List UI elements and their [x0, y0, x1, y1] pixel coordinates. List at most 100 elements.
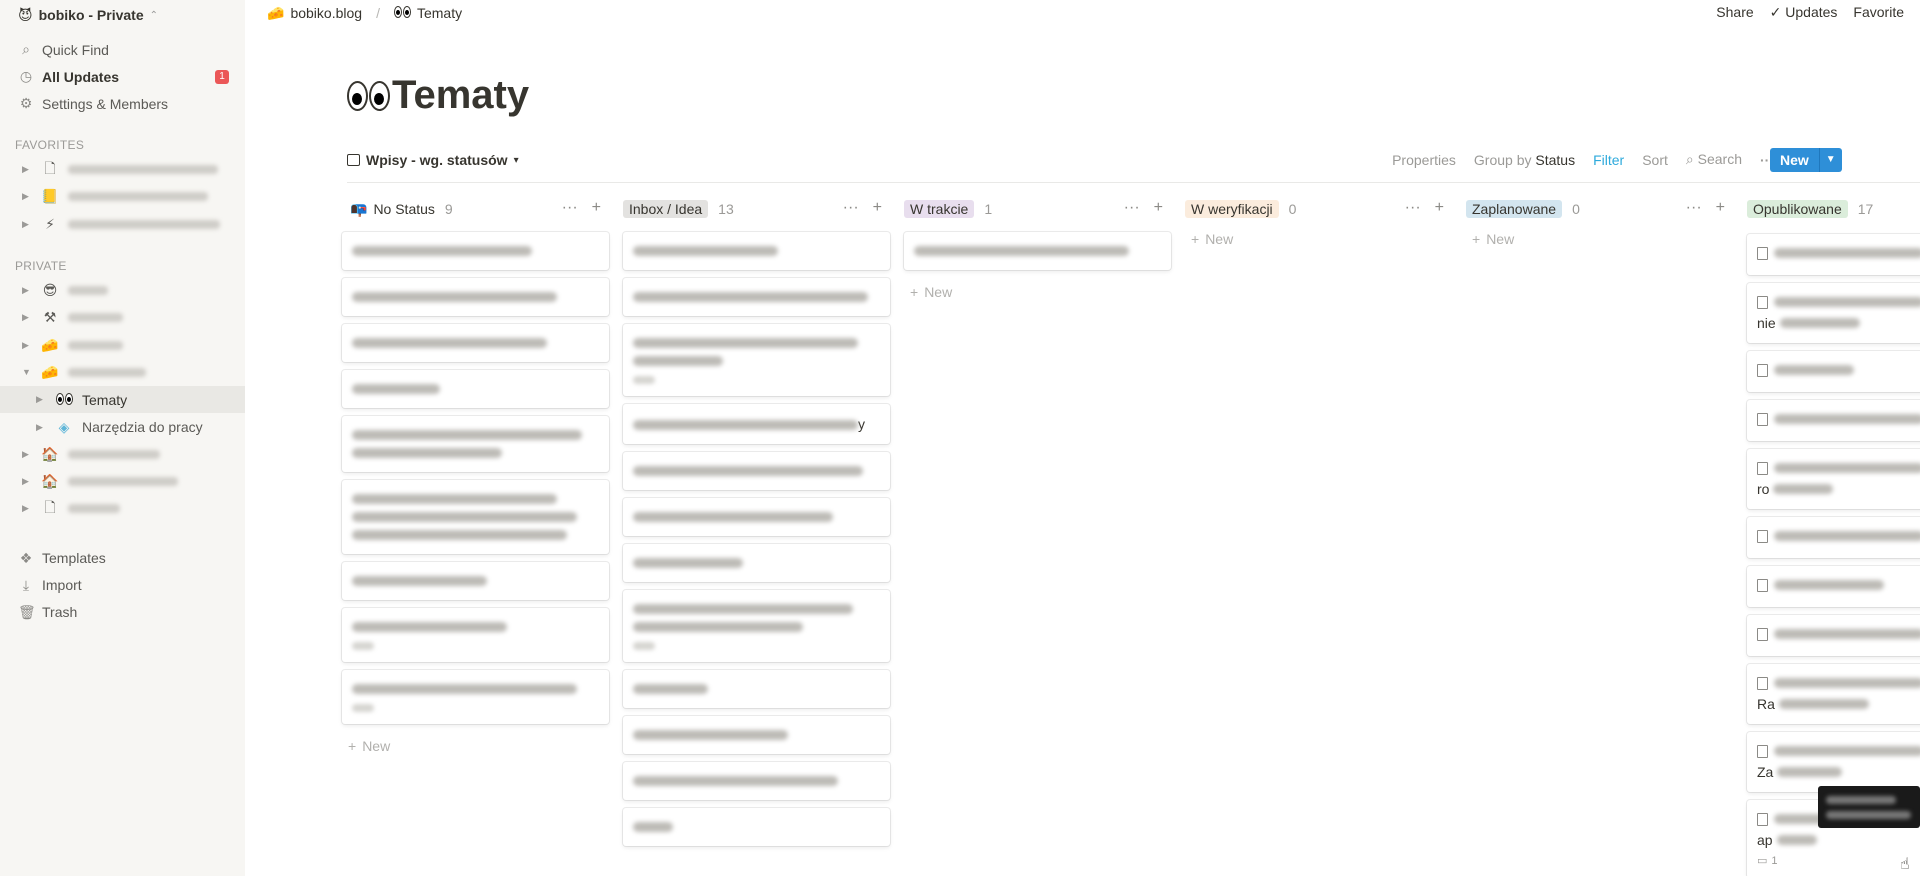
board-card[interactable]	[342, 232, 609, 270]
expand-icon[interactable]: ▶	[22, 340, 32, 351]
add-new-card[interactable]: + New	[904, 278, 1171, 306]
board-card[interactable]: ro	[1747, 449, 1920, 509]
column-header[interactable]: W weryfikacji 0 ··· +	[1185, 197, 1452, 221]
board-card[interactable]	[342, 608, 609, 662]
sidebar-private-item[interactable]: ▼ 🧀	[0, 359, 245, 386]
expand-icon[interactable]: ▶	[22, 449, 32, 460]
more-options-icon[interactable]: ···	[1686, 199, 1702, 217]
breadcrumb-current[interactable]: Tematy	[417, 5, 462, 21]
sidebar-private-item[interactable]: ▶ 🗋	[0, 495, 245, 522]
blurred-title	[633, 420, 858, 431]
page-title[interactable]: Tematy	[347, 73, 529, 118]
board-card[interactable]	[623, 232, 890, 270]
board-card[interactable]	[623, 278, 890, 316]
add-icon[interactable]: +	[1716, 199, 1725, 217]
filter-button[interactable]: Filter	[1593, 152, 1624, 168]
board-card[interactable]	[623, 590, 890, 663]
board-card[interactable]	[623, 324, 890, 396]
board-card[interactable]	[1747, 234, 1920, 275]
workspace-switcher[interactable]: 😈 bobiko - Private ⌃	[0, 0, 245, 26]
board-card[interactable]	[1747, 517, 1920, 558]
column-header[interactable]: Opublikowane 17	[1747, 197, 1920, 221]
board-card[interactable]	[1747, 400, 1920, 441]
sort-button[interactable]: Sort	[1642, 152, 1668, 168]
eyes-icon[interactable]	[347, 80, 390, 111]
new-dropdown-chevron-icon[interactable]: ▼	[1818, 148, 1842, 172]
board-card[interactable]	[342, 324, 609, 362]
more-options-icon[interactable]: ···	[562, 199, 578, 217]
expand-icon[interactable]: ▶	[22, 219, 32, 230]
sidebar-private-item[interactable]: ▶ ⚒	[0, 304, 245, 331]
more-options-icon[interactable]: ···	[1124, 199, 1140, 217]
sidebar-private-item[interactable]: ▶ 🧀	[0, 331, 245, 358]
board-card[interactable]: Za	[1747, 732, 1920, 792]
breadcrumb-parent[interactable]: bobiko.blog	[290, 5, 362, 21]
import-link[interactable]: ⤓ Import	[0, 572, 245, 599]
sidebar-private-item[interactable]: ▶ 🏠	[0, 441, 245, 468]
expand-icon[interactable]: ▶	[22, 476, 32, 487]
board-card[interactable]	[623, 544, 890, 583]
templates-link[interactable]: ❖ Templates	[0, 545, 245, 572]
expand-icon[interactable]: ▶	[22, 312, 32, 323]
search-button[interactable]: ⌕ Search	[1686, 151, 1742, 168]
add-icon[interactable]: +	[1435, 199, 1444, 217]
search-icon: ⌕	[1685, 151, 1698, 167]
sidebar-favorite-item[interactable]: ▶ 📒	[0, 183, 245, 210]
expand-icon[interactable]: ▶	[22, 503, 32, 514]
sidebar-favorite-item[interactable]: ▶ 🗋	[0, 156, 245, 183]
sidebar-item-tematy[interactable]: ▶ Tematy	[0, 386, 245, 414]
more-options-icon[interactable]: ···	[1405, 199, 1421, 217]
board-card[interactable]	[623, 716, 890, 755]
sidebar-private-item[interactable]: ▶ 🏠	[0, 468, 245, 495]
board-card[interactable]	[342, 480, 609, 554]
add-icon[interactable]: +	[873, 199, 882, 217]
settings-members[interactable]: ⚙ Settings & Members	[0, 90, 245, 117]
properties-button[interactable]: Properties	[1392, 152, 1456, 168]
sidebar-private-item[interactable]: ▶ 😎	[0, 277, 245, 304]
column-header[interactable]: W trakcie 1 ··· +	[904, 197, 1171, 221]
sidebar-item-narzedzia[interactable]: ▶ ◈ Narzędzia do pracy	[0, 413, 245, 440]
column-header[interactable]: Zaplanowane 0 ··· +	[1466, 197, 1733, 221]
board-card[interactable]	[1747, 351, 1920, 392]
add-new-card[interactable]: + New	[342, 732, 609, 760]
board-card[interactable]	[342, 278, 609, 316]
add-new-card[interactable]: + New	[1466, 225, 1733, 253]
board-card[interactable]	[623, 498, 890, 537]
board-card[interactable]	[342, 562, 609, 600]
board-card[interactable]	[623, 452, 890, 491]
add-icon[interactable]: +	[592, 199, 601, 217]
board-card[interactable]	[1747, 615, 1920, 656]
board-card[interactable]	[1747, 566, 1920, 607]
new-button[interactable]: New	[1770, 148, 1819, 172]
group-by-button[interactable]: Group by Status	[1474, 152, 1575, 168]
board-card[interactable]: y	[623, 404, 890, 445]
board-card[interactable]	[342, 670, 609, 724]
updates-button[interactable]: ✓ Updates	[1770, 4, 1838, 21]
expand-icon[interactable]: ▶	[36, 394, 46, 405]
add-new-card[interactable]: + New	[1185, 225, 1452, 253]
more-options-icon[interactable]: ···	[843, 199, 859, 217]
column-header[interactable]: Inbox / Idea 13 ··· +	[623, 197, 890, 221]
board-card[interactable]	[342, 370, 609, 408]
board-card[interactable]	[342, 416, 609, 472]
share-button[interactable]: Share	[1716, 4, 1753, 21]
sidebar-favorite-item[interactable]: ▶ ⚡	[0, 211, 245, 238]
board-card[interactable]	[904, 232, 1171, 270]
trash-link[interactable]: 🗑 Trash	[0, 599, 245, 626]
expand-icon[interactable]: ▶	[22, 285, 32, 296]
expand-icon[interactable]: ▼	[22, 367, 32, 377]
board-card[interactable]: nie	[1747, 283, 1920, 343]
column-header[interactable]: 📭 No Status 9 ··· +	[342, 197, 609, 221]
view-selector[interactable]: Wpisy - wg. statusów ▾	[347, 152, 519, 168]
favorite-button[interactable]: Favorite	[1853, 4, 1904, 21]
expand-icon[interactable]: ▶	[36, 422, 46, 433]
add-icon[interactable]: +	[1154, 199, 1163, 217]
expand-icon[interactable]: ▶	[22, 164, 32, 175]
board-card[interactable]: Ra	[1747, 664, 1920, 724]
all-updates[interactable]: ◷ All Updates 1	[0, 63, 245, 90]
quick-find[interactable]: ⌕ Quick Find	[0, 36, 245, 63]
expand-icon[interactable]: ▶	[22, 191, 32, 202]
board-card[interactable]	[623, 670, 890, 709]
board-card[interactable]	[623, 762, 890, 801]
board-card[interactable]	[623, 808, 890, 847]
